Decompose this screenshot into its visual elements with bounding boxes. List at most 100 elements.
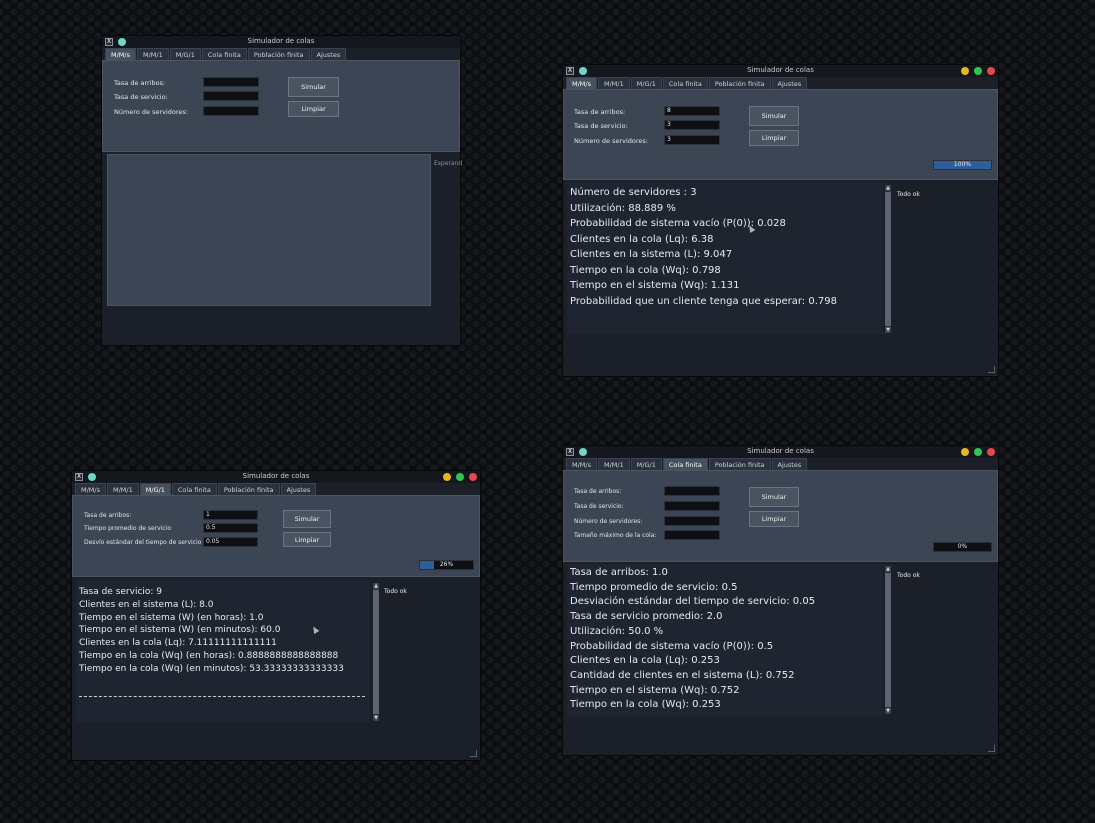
tab-poblacion-finita[interactable]: Población finita: [247, 48, 310, 60]
scrollbar-thumb[interactable]: [885, 573, 891, 707]
scroll-up-icon[interactable]: ▲: [373, 583, 379, 589]
tab-mg1[interactable]: M/G/1: [169, 48, 201, 60]
simulate-button[interactable]: Simular: [288, 77, 339, 97]
minimize-icon[interactable]: [961, 67, 969, 75]
field-label: Tasa de arribos:: [114, 79, 166, 87]
title-bar[interactable]: X Simulador de colas: [563, 65, 998, 77]
tab-mms[interactable]: M/M/s: [566, 77, 597, 89]
output-line: Cantidad de clientes en el sistema (L): …: [570, 669, 795, 681]
input-panel: Tasa de arribos: Tasa de servicio: Númer…: [102, 60, 460, 152]
window-mg1-result: X Simulador de colas M/M/s M/M/1 M/G/1 C…: [72, 471, 480, 760]
output-line: Utilización: 88.889 %: [570, 202, 676, 214]
simulate-button[interactable]: Simular: [749, 106, 799, 126]
arrival-rate-input[interactable]: [664, 486, 720, 496]
tab-poblacion-finita[interactable]: Población finita: [217, 483, 280, 495]
status-text: Todo ok: [897, 191, 920, 198]
scroll-down-icon[interactable]: ▼: [373, 715, 379, 721]
field-label: Número de servidores:: [114, 108, 188, 116]
input-panel: Tasa de arribos: Tasa de servicio: Númer…: [563, 470, 998, 562]
minimize-icon[interactable]: [961, 448, 969, 456]
scrollbar[interactable]: ▲ ▼: [885, 185, 891, 333]
tab-cola-finita[interactable]: Cola finita: [201, 48, 247, 60]
tab-mms[interactable]: M/M/s: [105, 48, 136, 60]
minimize-icon[interactable]: [443, 473, 451, 481]
scrollbar[interactable]: ▲ ▼: [373, 583, 379, 721]
clear-button[interactable]: Limpiar: [283, 532, 331, 547]
clear-button[interactable]: Limpiar: [749, 130, 799, 146]
output-area[interactable]: Tasa de arribos: 1.0 Tiempo promedio de …: [567, 564, 883, 716]
tab-mm1[interactable]: M/M/1: [597, 77, 630, 89]
scrollbar-thumb[interactable]: [373, 590, 379, 714]
output-line: Desviación estándar del tiempo de servic…: [570, 596, 816, 608]
field-label: Desvío estándar del tiempo de servicio: [84, 539, 202, 546]
progress-bar: 100%: [933, 160, 992, 170]
simulate-button[interactable]: Simular: [283, 510, 331, 528]
tab-mms[interactable]: M/M/s: [566, 458, 597, 470]
tab-ajustes[interactable]: Ajustes: [310, 48, 347, 60]
tab-mg1[interactable]: M/G/1: [630, 77, 662, 89]
title-bar[interactable]: X Simulador de colas: [563, 446, 998, 458]
title-bar[interactable]: X Simulador de colas: [72, 471, 480, 483]
service-time-stddev-input[interactable]: 0.05: [203, 537, 258, 547]
close-icon[interactable]: [469, 473, 477, 481]
tab-poblacion-finita[interactable]: Población finita: [708, 77, 771, 89]
output-line: Tasa de arribos: 1.0: [570, 567, 668, 578]
servers-input[interactable]: [664, 516, 720, 526]
close-icon[interactable]: [987, 448, 995, 456]
simulate-button[interactable]: Simular: [749, 487, 799, 507]
output-line: Probabilidad de sistema vacío (P(0)): 0.…: [570, 218, 786, 229]
window-mms-result: X Simulador de colas M/M/s M/M/1 M/G/1 C…: [563, 65, 998, 376]
tab-mm1[interactable]: M/M/1: [136, 48, 169, 60]
tab-mg1[interactable]: M/G/1: [139, 483, 171, 495]
scroll-up-icon[interactable]: ▲: [885, 185, 891, 191]
service-rate-input[interactable]: 3: [664, 120, 720, 130]
title-bar[interactable]: X Simulador de colas: [102, 36, 460, 48]
scroll-up-icon[interactable]: ▲: [885, 566, 891, 572]
service-rate-input[interactable]: [203, 91, 259, 101]
service-rate-input[interactable]: [664, 501, 720, 511]
resize-grip-icon[interactable]: [988, 366, 995, 373]
tab-cola-finita[interactable]: Cola finita: [171, 483, 217, 495]
max-queue-size-input[interactable]: [664, 530, 720, 540]
scroll-down-icon[interactable]: ▼: [885, 708, 891, 714]
scrollbar-thumb[interactable]: [885, 192, 891, 326]
maximize-icon[interactable]: [974, 448, 982, 456]
scrollbar[interactable]: ▲ ▼: [885, 566, 891, 714]
tab-ajustes[interactable]: Ajustes: [771, 458, 808, 470]
tab-mm1[interactable]: M/M/1: [597, 458, 630, 470]
arrival-rate-input[interactable]: 8: [664, 106, 720, 116]
tab-ajustes[interactable]: Ajustes: [280, 483, 317, 495]
tab-mm1[interactable]: M/M/1: [106, 483, 139, 495]
maximize-icon[interactable]: [456, 473, 464, 481]
tab-cola-finita[interactable]: Cola finita: [662, 458, 708, 470]
progress-text: 26%: [439, 561, 454, 568]
arrival-rate-input[interactable]: [203, 77, 259, 87]
tab-cola-finita[interactable]: Cola finita: [662, 77, 708, 89]
status-text: Todo ok: [384, 588, 407, 595]
servers-input[interactable]: 3: [664, 135, 720, 145]
output-line: Tiempo en la cola (Wq): 0.253: [570, 699, 721, 711]
clear-button[interactable]: Limpiar: [749, 511, 799, 527]
progress-bar: 0%: [933, 542, 992, 552]
servers-input[interactable]: [203, 106, 259, 116]
mean-service-time-input[interactable]: 0.5: [203, 523, 258, 533]
output-area[interactable]: Número de servidores : 3 Utilización: 88…: [567, 182, 883, 334]
window-title: Simulador de colas: [747, 66, 814, 74]
progress-bar: 26%: [419, 560, 474, 570]
tab-mms[interactable]: M/M/s: [75, 483, 106, 495]
separator-line: [79, 695, 365, 697]
resize-grip-icon[interactable]: [988, 745, 995, 752]
close-icon[interactable]: [987, 67, 995, 75]
arrival-rate-input[interactable]: 1: [203, 510, 258, 520]
output-area[interactable]: [107, 154, 431, 306]
output-line: Tiempo en el sistema (W) (en horas): 1.0: [79, 612, 264, 623]
window-title: Simulador de colas: [747, 447, 814, 455]
resize-grip-icon[interactable]: [470, 750, 477, 757]
maximize-icon[interactable]: [974, 67, 982, 75]
tab-ajustes[interactable]: Ajustes: [771, 77, 808, 89]
output-area[interactable]: Tasa de servicio: 9 Clientes en el siste…: [76, 580, 370, 722]
clear-button[interactable]: Limpiar: [288, 101, 339, 117]
tab-poblacion-finita[interactable]: Población finita: [708, 458, 771, 470]
scroll-down-icon[interactable]: ▼: [885, 327, 891, 333]
tab-mg1[interactable]: M/G/1: [630, 458, 662, 470]
